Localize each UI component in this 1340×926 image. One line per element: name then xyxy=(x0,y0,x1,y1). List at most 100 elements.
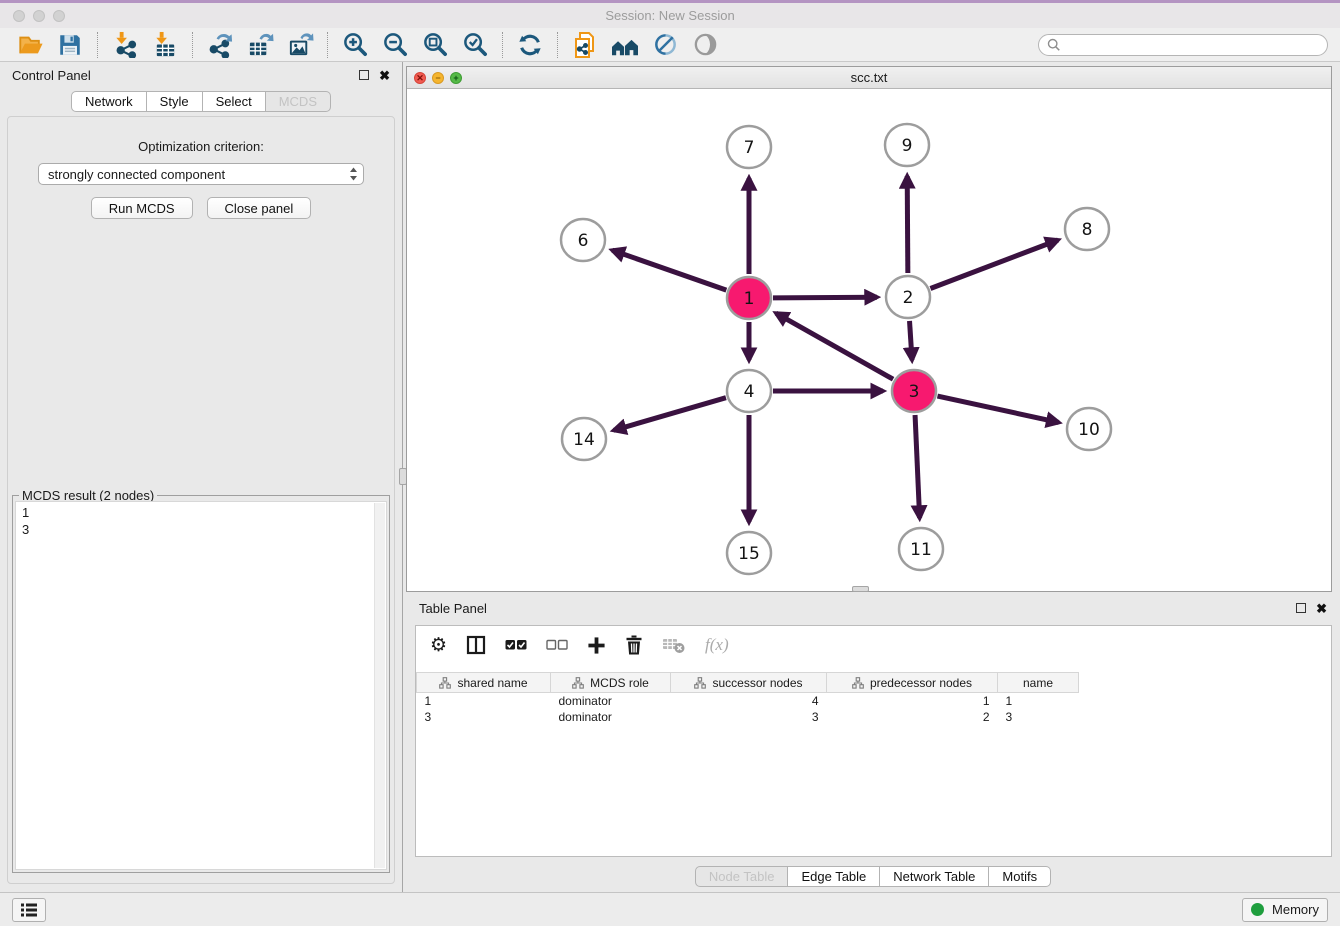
table-header-row: shared name MCDS role successor nodes pr… xyxy=(417,673,1079,693)
zoom-out-button[interactable] xyxy=(375,30,415,60)
home-view-button[interactable] xyxy=(605,30,645,60)
cell-shared-name[interactable]: 1 xyxy=(417,693,551,709)
network-close-button[interactable]: ✕ xyxy=(414,72,426,84)
table-mode-button[interactable]: ⚙ xyxy=(430,634,447,656)
zoom-selected-button[interactable] xyxy=(455,30,495,60)
graph-edge-2-9[interactable] xyxy=(907,176,908,273)
cell-successor-nodes[interactable]: 3 xyxy=(671,709,827,725)
graph-edge-1-6[interactable] xyxy=(612,250,726,290)
column-header-shared-name[interactable]: shared name xyxy=(417,673,551,693)
slashed-circle-icon xyxy=(652,31,679,58)
graph-edge-3-11[interactable] xyxy=(915,415,920,518)
eye-icon xyxy=(692,31,719,58)
birdseye-view-button[interactable] xyxy=(685,30,725,60)
close-panel-icon[interactable]: ✖ xyxy=(379,69,390,82)
network-maximize-button[interactable]: + xyxy=(450,72,462,84)
status-bar: Memory xyxy=(0,892,1340,926)
refresh-view-button[interactable] xyxy=(510,30,550,60)
column-header-mcds-role[interactable]: MCDS role xyxy=(551,673,671,693)
graph-node-label-1: 1 xyxy=(744,289,755,309)
delete-columns-button[interactable] xyxy=(625,635,643,655)
toolbar-search[interactable] xyxy=(1038,34,1328,56)
tab-style[interactable]: Style xyxy=(147,91,203,112)
cell-mcds-role[interactable]: dominator xyxy=(551,693,671,709)
hierarchy-icon xyxy=(572,677,584,689)
tab-network-table[interactable]: Network Table xyxy=(880,866,989,887)
select-all-button[interactable] xyxy=(505,639,527,651)
tab-motifs[interactable]: Motifs xyxy=(989,866,1051,887)
float-panel-icon[interactable] xyxy=(359,70,369,80)
criterion-selected-value: strongly connected component xyxy=(48,167,225,182)
memory-button[interactable]: Memory xyxy=(1242,898,1328,922)
open-session-button[interactable] xyxy=(10,30,50,60)
zoom-in-button[interactable] xyxy=(335,30,375,60)
float-panel-icon[interactable] xyxy=(1296,603,1306,613)
criterion-select[interactable]: strongly connected component xyxy=(38,163,364,185)
list-icon xyxy=(21,903,37,917)
cell-name[interactable]: 1 xyxy=(998,693,1079,709)
column-header-name[interactable]: name xyxy=(998,673,1079,693)
optimization-criterion-label: Optimization criterion: xyxy=(8,139,394,154)
close-panel-icon[interactable]: ✖ xyxy=(1316,602,1327,615)
graph-edge-3-10[interactable] xyxy=(937,396,1058,422)
graph-edge-3-1[interactable] xyxy=(776,313,893,379)
task-history-button[interactable] xyxy=(12,898,46,922)
window-traffic-lights[interactable] xyxy=(13,10,65,22)
cell-mcds-role[interactable]: dominator xyxy=(551,709,671,725)
network-minimize-button[interactable]: − xyxy=(432,72,444,84)
cell-successor-nodes[interactable]: 4 xyxy=(671,693,827,709)
column-header-predecessor-nodes[interactable]: predecessor nodes xyxy=(827,673,998,693)
tab-node-table[interactable]: Node Table xyxy=(695,866,789,887)
cell-name[interactable]: 3 xyxy=(998,709,1079,725)
create-column-button[interactable] xyxy=(587,636,606,655)
graph-edge-1-2[interactable] xyxy=(773,297,877,298)
cell-shared-name[interactable]: 3 xyxy=(417,709,551,725)
network-canvas[interactable]: 1234678910111415 xyxy=(407,90,1331,591)
cell-predecessor-nodes[interactable]: 2 xyxy=(827,709,998,725)
export-image-button[interactable] xyxy=(280,30,320,60)
tab-network[interactable]: Network xyxy=(71,91,147,112)
export-network-button[interactable] xyxy=(200,30,240,60)
network-from-document-button[interactable] xyxy=(565,30,605,60)
function-builder-button[interactable]: f(x) xyxy=(705,635,729,655)
result-scrollbar[interactable] xyxy=(374,503,385,868)
run-mcds-button[interactable]: Run MCDS xyxy=(91,197,193,219)
import-table-button[interactable] xyxy=(145,30,185,60)
network-window-titlebar[interactable]: ✕ − + scc.txt xyxy=(407,67,1331,89)
graph-edge-4-14[interactable] xyxy=(614,398,726,431)
search-input[interactable] xyxy=(1066,37,1319,52)
toolbar-separator xyxy=(97,32,98,58)
import-network-button[interactable] xyxy=(105,30,145,60)
toggle-graphics-details-button[interactable] xyxy=(645,30,685,60)
column-header-successor-nodes[interactable]: successor nodes xyxy=(671,673,827,693)
mcds-result-fieldset: MCDS result (2 nodes) 1 3 xyxy=(12,495,390,873)
main-toolbar xyxy=(0,28,1340,62)
tab-select[interactable]: Select xyxy=(203,91,266,112)
tab-edge-table[interactable]: Edge Table xyxy=(788,866,880,887)
table-row[interactable]: 1 dominator 4 1 1 xyxy=(417,693,1079,709)
cell-predecessor-nodes[interactable]: 1 xyxy=(827,693,998,709)
import-network-icon xyxy=(112,31,139,58)
minimize-window-button[interactable] xyxy=(33,10,45,22)
graph-edge-2-8[interactable] xyxy=(930,240,1058,288)
zoom-fit-button[interactable] xyxy=(415,30,455,60)
open-folder-icon xyxy=(17,32,44,58)
graph-node-label-3: 3 xyxy=(909,382,920,402)
table-panel-title: Table Panel xyxy=(419,601,487,616)
network-graph[interactable]: 1234678910111415 xyxy=(407,90,1331,591)
close-panel-button[interactable]: Close panel xyxy=(207,197,312,219)
result-line: 3 xyxy=(22,521,380,538)
maximize-window-button[interactable] xyxy=(53,10,65,22)
deselect-all-button[interactable] xyxy=(546,639,568,651)
table-row[interactable]: 3 dominator 3 2 3 xyxy=(417,709,1079,725)
mcds-tab-content: Optimization criterion: strongly connect… xyxy=(7,116,395,884)
save-session-button[interactable] xyxy=(50,30,90,60)
close-window-button[interactable] xyxy=(13,10,25,22)
export-table-button[interactable] xyxy=(240,30,280,60)
mcds-result-list[interactable]: 1 3 xyxy=(15,501,387,870)
graph-edge-2-3[interactable] xyxy=(910,321,912,360)
column-layout-button[interactable] xyxy=(466,635,486,655)
memory-label: Memory xyxy=(1272,902,1319,917)
tab-mcds[interactable]: MCDS xyxy=(266,91,331,112)
delete-table-button[interactable] xyxy=(662,637,686,654)
